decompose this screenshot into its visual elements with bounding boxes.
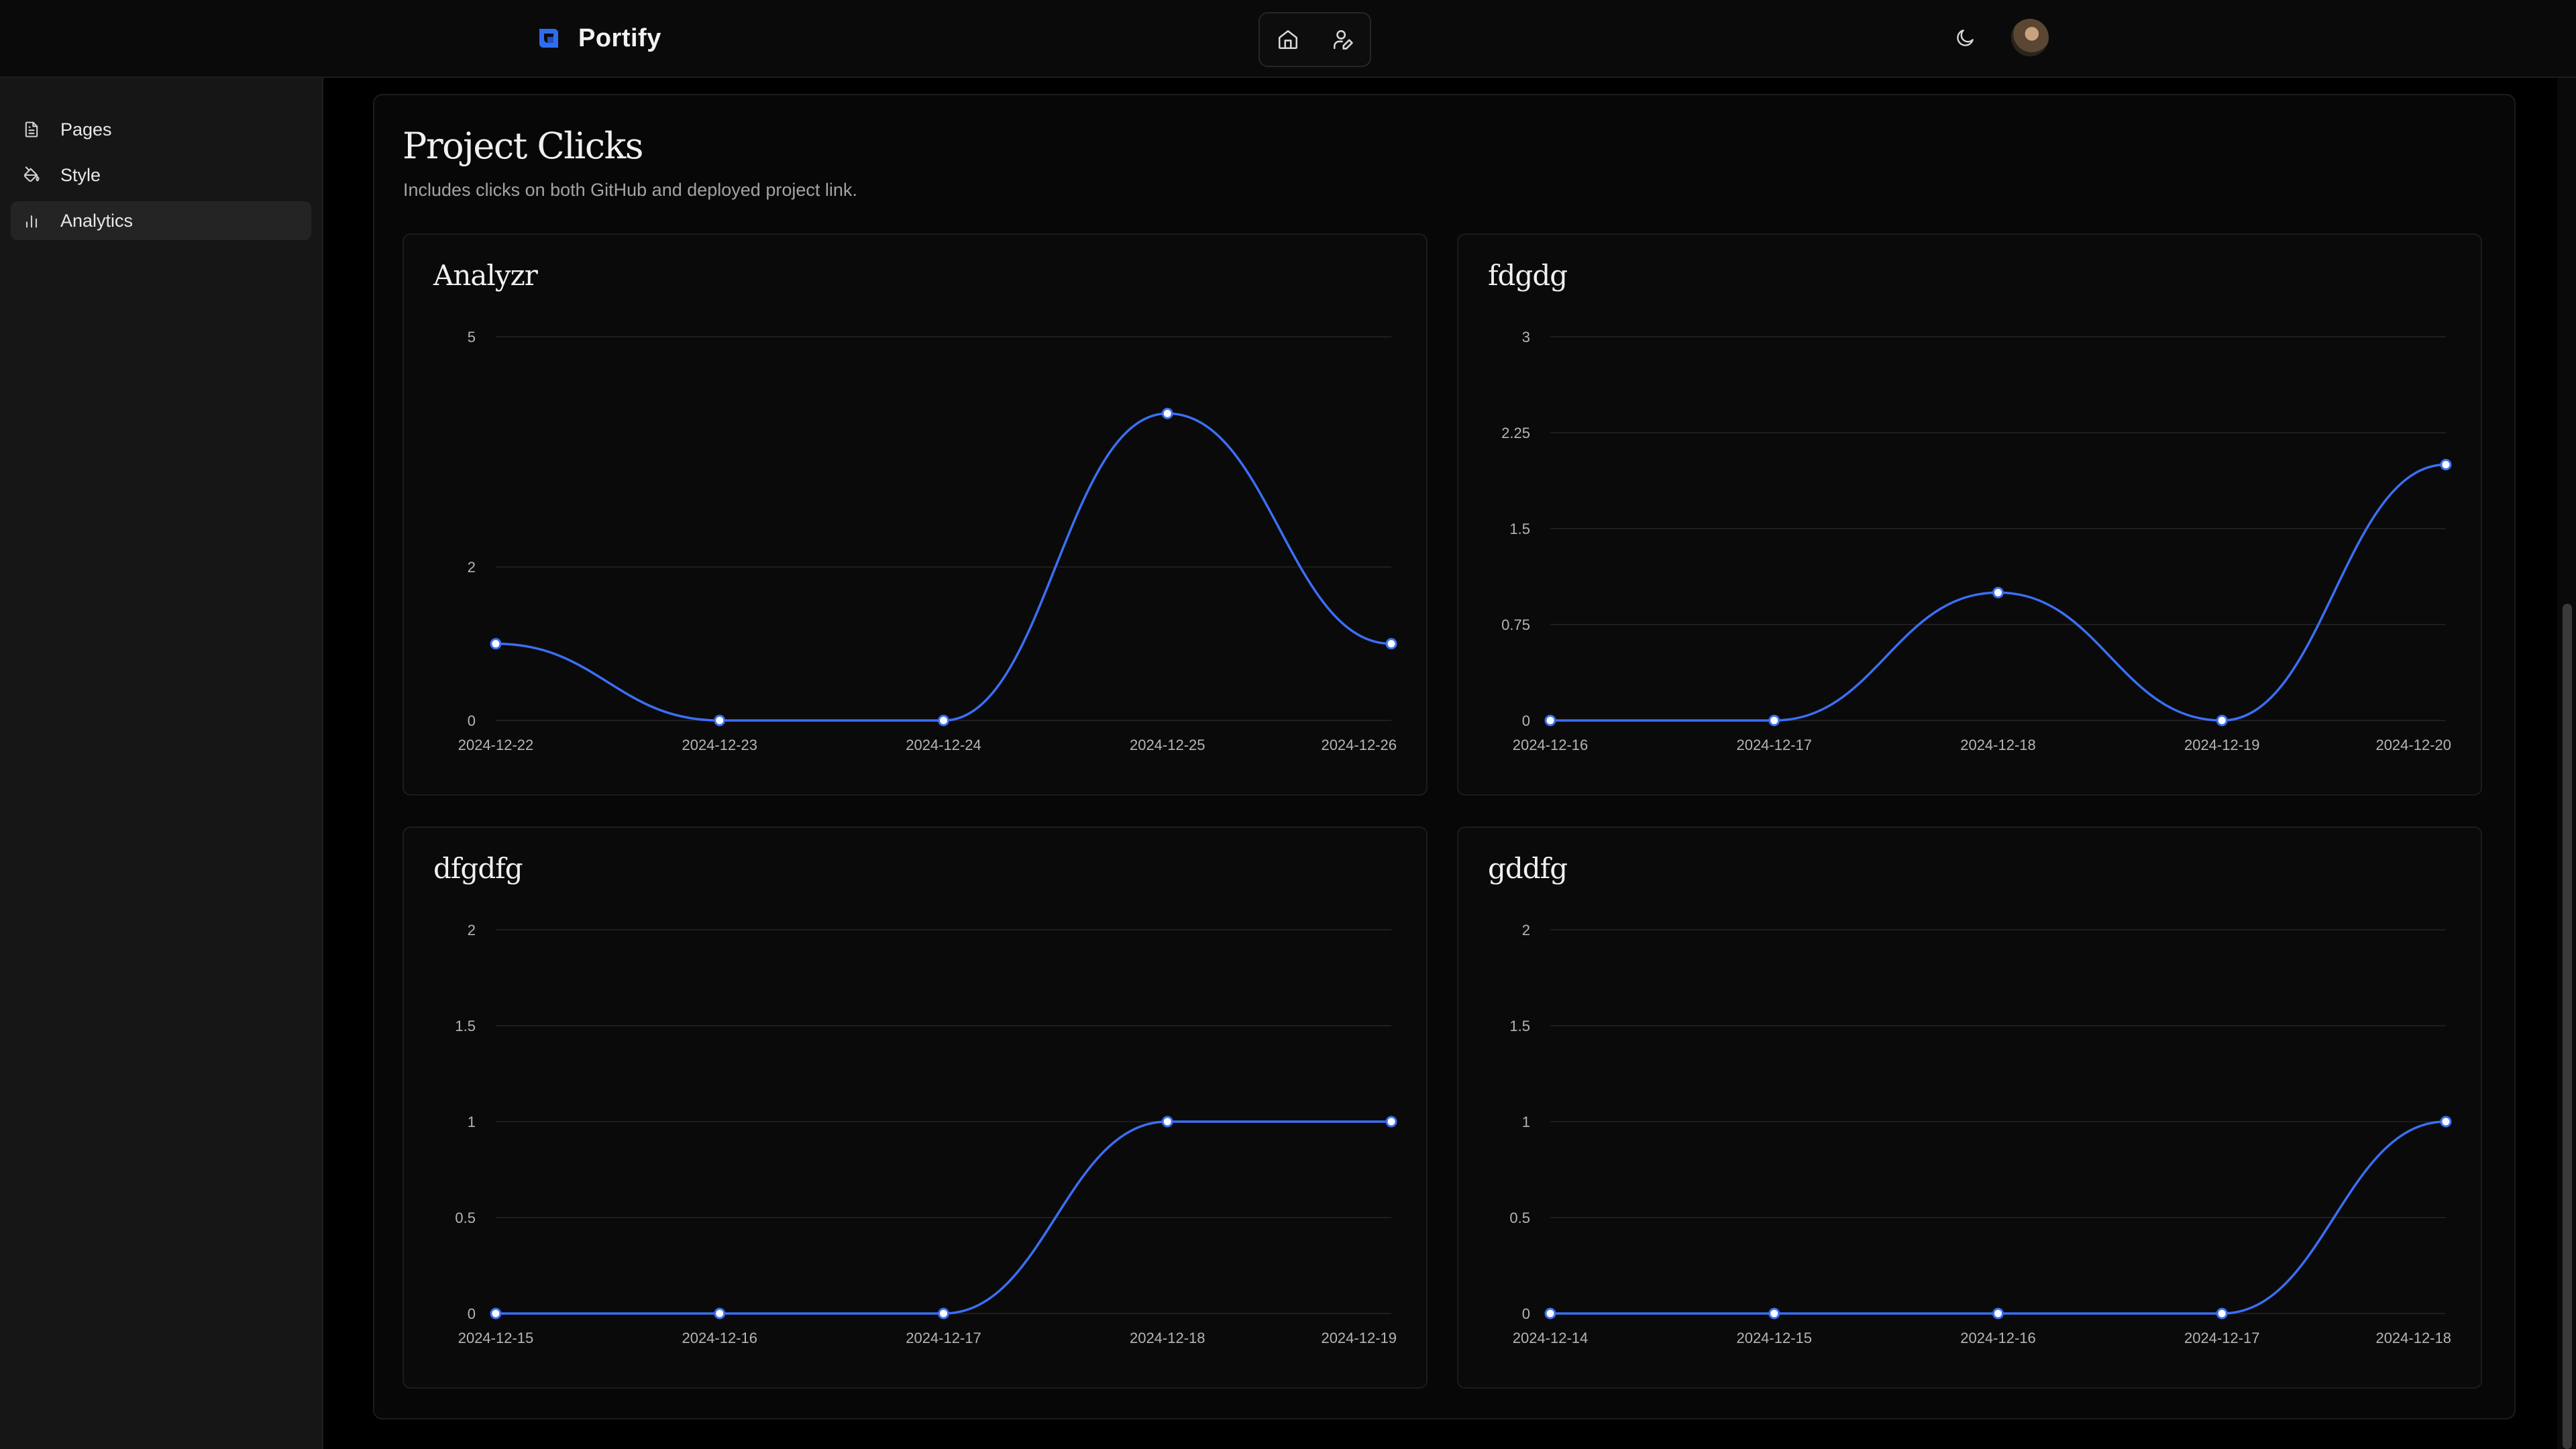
file-text-icon	[20, 118, 43, 141]
line-chart: 0 0.75 1.5 2.25 3 2024-12-16 2024-12-17 2024-12…	[1501, 329, 2452, 753]
y-tick-label: 2.25	[1501, 425, 1530, 441]
sidebar-item-label: Pages	[60, 119, 112, 140]
data-point	[1544, 714, 1556, 727]
moon-icon	[1957, 30, 1974, 46]
data-point	[1992, 1307, 2004, 1320]
theme-toggle-button[interactable]	[1952, 24, 1979, 51]
y-tick-label: 1	[1522, 1114, 1530, 1130]
brand[interactable]: Portify	[534, 23, 661, 54]
data-point	[938, 1307, 949, 1320]
x-tick-label: 2024-12-22	[458, 737, 534, 753]
sidebar-item-style[interactable]: Style	[11, 156, 311, 195]
sidebar-item-pages[interactable]: Pages	[11, 110, 311, 149]
line-chart: 0 0.5 1 1.5 2 2024-12-14 2024-12-15 2024-12-16 2…	[1509, 922, 2452, 1346]
y-tick-label: 0	[468, 712, 476, 729]
x-tick-label: 2024-12-19	[2184, 737, 2260, 753]
y-tick-label: 0.5	[455, 1210, 476, 1226]
y-tick-label: 2	[468, 922, 476, 938]
chart-card-3: gddfg 0 0.5 1 1.5 2 2024-12-14 2024-12-15 2024-…	[1457, 826, 2482, 1389]
edit-profile-button[interactable]	[1330, 26, 1356, 53]
x-tick-label: 2024-12-17	[2184, 1330, 2260, 1346]
data-point	[1544, 1307, 1556, 1320]
chart-card-1: fdgdg 0 0.75 1.5 2.25 3 2024-12-16 2024-12-17 2…	[1457, 233, 2482, 796]
x-tick-label: 2024-12-18	[1130, 1330, 1205, 1346]
x-tick-label: 2024-12-20	[2375, 737, 2451, 753]
x-tick-label: 2024-12-17	[1736, 737, 1812, 753]
data-point	[2216, 1307, 2228, 1320]
x-tick-label: 2024-12-15	[458, 1330, 534, 1346]
data-point	[714, 1307, 726, 1320]
nav-group	[1258, 12, 1371, 67]
data-point	[938, 714, 949, 727]
y-tick-label: 3	[1522, 329, 1530, 345]
x-tick-label: 2024-12-25	[1130, 737, 1205, 753]
home-icon	[1278, 30, 1298, 50]
y-tick-label: 0	[1522, 712, 1530, 729]
sidebar: Pages Style Analytics	[0, 78, 323, 1449]
data-point	[1992, 586, 2004, 598]
y-tick-label: 0	[468, 1305, 476, 1322]
y-tick-label: 2	[1522, 922, 1530, 938]
x-tick-label: 2024-12-24	[906, 737, 981, 753]
data-point	[1161, 407, 1173, 419]
line-chart: 0 2 5 2024-12-22 2024-12-23 2024-12-24 2024-12…	[458, 329, 1397, 753]
data-point	[1768, 1307, 1780, 1320]
y-tick-label: 5	[468, 329, 476, 345]
y-tick-label: 0	[1522, 1305, 1530, 1322]
y-tick-label: 0.75	[1501, 616, 1530, 633]
x-tick-label: 2024-12-19	[1321, 1330, 1397, 1346]
y-tick-label: 1.5	[455, 1018, 476, 1034]
x-tick-label: 2024-12-26	[1321, 737, 1397, 753]
sidebar-item-label: Style	[60, 164, 101, 185]
sidebar-item-label: Analytics	[60, 210, 133, 231]
x-tick-label: 2024-12-16	[1513, 737, 1589, 753]
data-point	[490, 638, 502, 650]
y-tick-label: 0.5	[1509, 1210, 1530, 1226]
data-point	[1768, 714, 1780, 727]
line-chart: 0 0.5 1 1.5 2 2024-12-15 2024-12-16 2024-12-17 2…	[455, 922, 1397, 1346]
x-tick-label: 2024-12-15	[1736, 1330, 1812, 1346]
user-edit-icon	[1333, 30, 1353, 50]
bar-chart-icon	[20, 209, 43, 232]
chart-card-0: Analyzr 0 2 5 2024-12-22 2024-12-23 2024-12-2…	[402, 233, 1428, 796]
data-point	[490, 1307, 502, 1320]
sidebar-item-analytics[interactable]: Analytics	[11, 201, 311, 240]
home-button[interactable]	[1275, 26, 1301, 53]
scrollbar-thumb[interactable]	[2563, 604, 2572, 1449]
x-tick-label: 2024-12-18	[2375, 1330, 2451, 1346]
data-point	[1385, 638, 1397, 650]
page-subtitle: Includes clicks on both GitHub and deplo…	[403, 180, 857, 200]
chart-card-2: dfgdfg 0 0.5 1 1.5 2 2024-12-15 2024-12-16 2024…	[402, 826, 1428, 1389]
data-point	[2440, 1116, 2452, 1128]
data-point	[1161, 1116, 1173, 1128]
x-tick-label: 2024-12-16	[1960, 1330, 2036, 1346]
data-point	[714, 714, 726, 727]
top-bar: Portify	[0, 0, 2576, 78]
data-point	[2216, 714, 2228, 727]
x-tick-label: 2024-12-23	[682, 737, 757, 753]
y-tick-label: 2	[468, 559, 476, 576]
y-tick-label: 1.5	[1509, 1018, 1530, 1034]
avatar[interactable]	[2011, 19, 2049, 56]
x-tick-label: 2024-12-16	[682, 1330, 757, 1346]
data-point	[1385, 1116, 1397, 1128]
page-title: Project Clicks	[402, 125, 644, 167]
brand-logo-icon	[539, 29, 558, 48]
x-tick-label: 2024-12-14	[1513, 1330, 1589, 1346]
x-tick-label: 2024-12-18	[1960, 737, 2036, 753]
y-tick-label: 1.5	[1509, 521, 1530, 537]
paint-bucket-icon	[20, 164, 43, 186]
x-tick-label: 2024-12-17	[906, 1330, 981, 1346]
data-point	[2440, 459, 2452, 471]
app-name: Portify	[578, 23, 661, 52]
y-tick-label: 1	[468, 1114, 476, 1130]
